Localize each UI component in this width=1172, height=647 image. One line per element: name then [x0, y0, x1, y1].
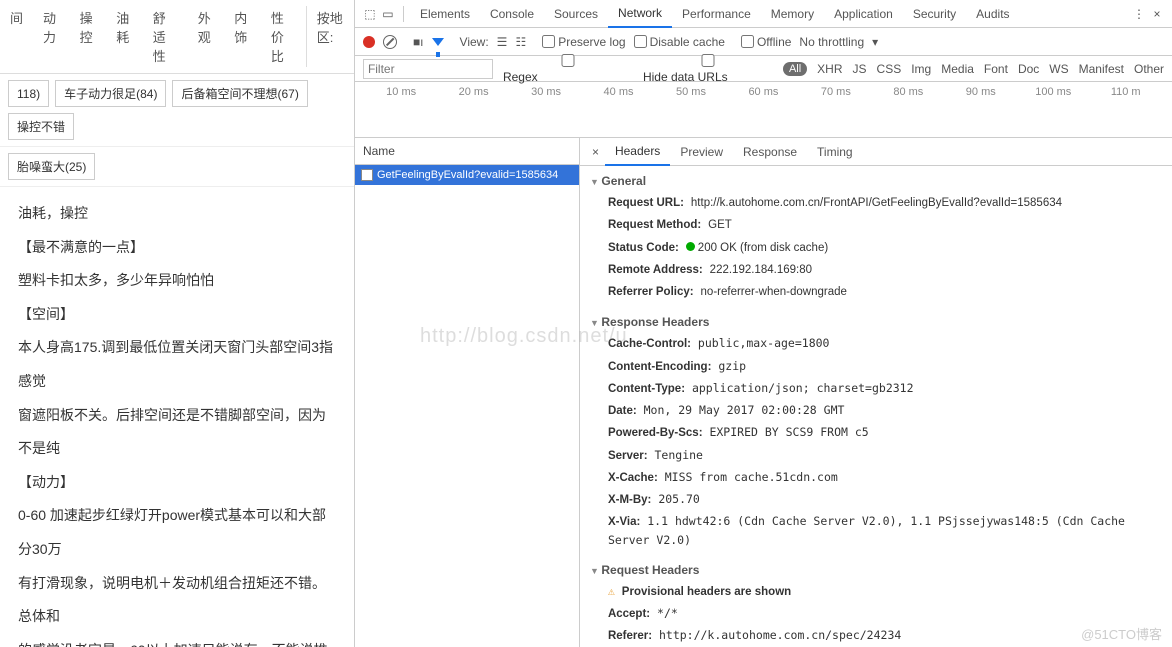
view-label: View: — [460, 35, 489, 49]
filter-ws[interactable]: WS — [1049, 62, 1068, 76]
large-rows-icon[interactable]: ☰ — [497, 35, 508, 49]
tag-row-1: 118) 车子动力很足(84) 后备箱空间不理想(67) 操控不错 — [0, 74, 354, 147]
filter-icon[interactable] — [432, 38, 444, 46]
tab-memory[interactable]: Memory — [761, 1, 824, 27]
kebab-icon[interactable]: ⋮ — [1130, 7, 1148, 21]
left-tab-3[interactable]: 油耗 — [106, 4, 143, 69]
devtools-pane: ⬚ ▭ Elements Console Sources Network Per… — [355, 0, 1172, 647]
tag-row-2: 胎噪蛮大(25) — [0, 147, 354, 187]
close-icon[interactable]: × — [1148, 7, 1166, 21]
request-detail: × Headers Preview Response Timing Genera… — [580, 138, 1172, 647]
device-icon[interactable]: ▭ — [379, 7, 397, 21]
tab-preview[interactable]: Preview — [670, 139, 733, 165]
left-tab-7[interactable]: 性价比 — [261, 4, 306, 69]
filter-doc[interactable]: Doc — [1018, 62, 1039, 76]
tab-audits[interactable]: Audits — [966, 1, 1019, 27]
left-tab-2[interactable]: 操控 — [70, 4, 107, 69]
tag-btn-active[interactable]: 后备箱空间不理想(67) — [172, 80, 307, 107]
tab-security[interactable]: Security — [903, 1, 966, 27]
filter-bar: Regex Hide data URLs All XHR JS CSS Img … — [355, 56, 1172, 82]
camera-icon[interactable]: ■ı — [413, 35, 424, 49]
left-tab-0[interactable]: 间 — [0, 4, 33, 69]
devtools-tab-bar: ⬚ ▭ Elements Console Sources Network Per… — [355, 0, 1172, 28]
tag-btn[interactable]: 118) — [8, 80, 49, 107]
document-icon — [361, 169, 373, 181]
filter-img[interactable]: Img — [911, 62, 931, 76]
filter-input[interactable] — [363, 59, 493, 79]
record-icon[interactable] — [363, 36, 375, 48]
waterfall-icon[interactable]: ☷ — [515, 35, 526, 49]
disable-cache-checkbox[interactable]: Disable cache — [634, 35, 725, 49]
header-row: Powered-By-Scs: EXPIRED BY SCS9 FROM c5 — [580, 422, 1172, 444]
review-content: 油耗，操控【最不满意的一点】塑料卡扣太多，多少年异响怕怕【空间】本人身高175.… — [0, 187, 354, 647]
tag-btn[interactable]: 车子动力很足(84) — [55, 80, 166, 107]
tab-response[interactable]: Response — [733, 139, 807, 165]
request-headers-section[interactable]: Request Headers — [580, 559, 1172, 581]
header-row: X-Via: 1.1 hdwt42:6 (Cdn Cache Server V2… — [580, 511, 1172, 551]
header-row: X-M-By: 205.70 — [580, 489, 1172, 511]
filter-xhr[interactable]: XHR — [817, 62, 842, 76]
left-tab-6[interactable]: 内饰 — [224, 4, 261, 69]
page-left-pane: 间 动力 操控 油耗 舒适性 外观 内饰 性价比 按地区: 118) 车子动力很… — [0, 0, 355, 647]
filter-manifest[interactable]: Manifest — [1079, 62, 1124, 76]
clear-icon[interactable] — [383, 35, 397, 49]
response-headers-section[interactable]: Response Headers — [580, 311, 1172, 333]
header-row: Content-Type: application/json; charset=… — [580, 378, 1172, 400]
request-row[interactable]: GetFeelingByEvalId?evalid=1585634 — [355, 165, 579, 185]
status-code: Status Code: 200 OK (from disk cache) — [580, 237, 1172, 259]
request-method: Request Method: GET — [580, 214, 1172, 236]
tab-console[interactable]: Console — [480, 1, 544, 27]
left-category-tabs: 间 动力 操控 油耗 舒适性 外观 内饰 性价比 按地区: — [0, 0, 354, 74]
provisional-warning: Provisional headers are shown — [580, 581, 1172, 603]
detail-tab-bar: × Headers Preview Response Timing — [580, 138, 1172, 166]
chevron-down-icon[interactable]: ▾ — [872, 35, 878, 49]
left-tab-5[interactable]: 外观 — [188, 4, 225, 69]
timeline-overview[interactable]: 10 ms20 ms30 ms40 ms50 ms60 ms70 ms80 ms… — [355, 82, 1172, 138]
tab-performance[interactable]: Performance — [672, 1, 761, 27]
throttling-select[interactable]: No throttling — [799, 35, 864, 49]
filter-other[interactable]: Other — [1134, 62, 1164, 76]
name-column-header[interactable]: Name — [355, 138, 579, 165]
tab-network[interactable]: Network — [608, 0, 672, 28]
remote-address: Remote Address: 222.192.184.169:80 — [580, 259, 1172, 281]
request-name: GetFeelingByEvalId?evalid=1585634 — [377, 169, 558, 181]
regex-checkbox[interactable]: Regex — [503, 54, 633, 84]
header-row: Server: Tengine — [580, 445, 1172, 467]
left-tab-4[interactable]: 舒适性 — [143, 4, 188, 69]
request-list: Name GetFeelingByEvalId?evalid=1585634 — [355, 138, 580, 647]
general-section[interactable]: General — [580, 170, 1172, 192]
tab-sources[interactable]: Sources — [544, 1, 608, 27]
header-row: X-Cache: MISS from cache.51cdn.com — [580, 467, 1172, 489]
filter-all[interactable]: All — [783, 62, 807, 76]
header-row: Content-Encoding: gzip — [580, 356, 1172, 378]
filter-css[interactable]: CSS — [877, 62, 902, 76]
header-row: Accept: */* — [580, 603, 1172, 625]
header-row: Cache-Control: public,max-age=1800 — [580, 333, 1172, 355]
filter-font[interactable]: Font — [984, 62, 1008, 76]
brand-text: @51CTO博客 — [1081, 624, 1162, 643]
tab-elements[interactable]: Elements — [410, 1, 480, 27]
tab-headers[interactable]: Headers — [605, 138, 670, 166]
header-row: Date: Mon, 29 May 2017 02:00:28 GMT — [580, 400, 1172, 422]
inspect-icon[interactable]: ⬚ — [361, 7, 379, 21]
referrer-policy: Referrer Policy: no-referrer-when-downgr… — [580, 281, 1172, 303]
hide-data-urls-checkbox[interactable]: Hide data URLs — [643, 54, 773, 84]
offline-checkbox[interactable]: Offline — [741, 35, 791, 49]
request-url: Request URL: http://k.autohome.com.cn/Fr… — [580, 192, 1172, 214]
region-label: 按地区: — [307, 4, 354, 69]
tab-timing[interactable]: Timing — [807, 139, 863, 165]
tag-btn[interactable]: 胎噪蛮大(25) — [8, 153, 95, 180]
left-tab-1[interactable]: 动力 — [33, 4, 70, 69]
network-toolbar: ■ı View: ☰ ☷ Preserve log Disable cache … — [355, 28, 1172, 56]
tag-btn[interactable]: 操控不错 — [8, 113, 74, 140]
tab-application[interactable]: Application — [824, 1, 903, 27]
filter-media[interactable]: Media — [941, 62, 974, 76]
filter-js[interactable]: JS — [853, 62, 867, 76]
preserve-log-checkbox[interactable]: Preserve log — [542, 35, 625, 49]
close-detail-icon[interactable]: × — [586, 145, 605, 159]
